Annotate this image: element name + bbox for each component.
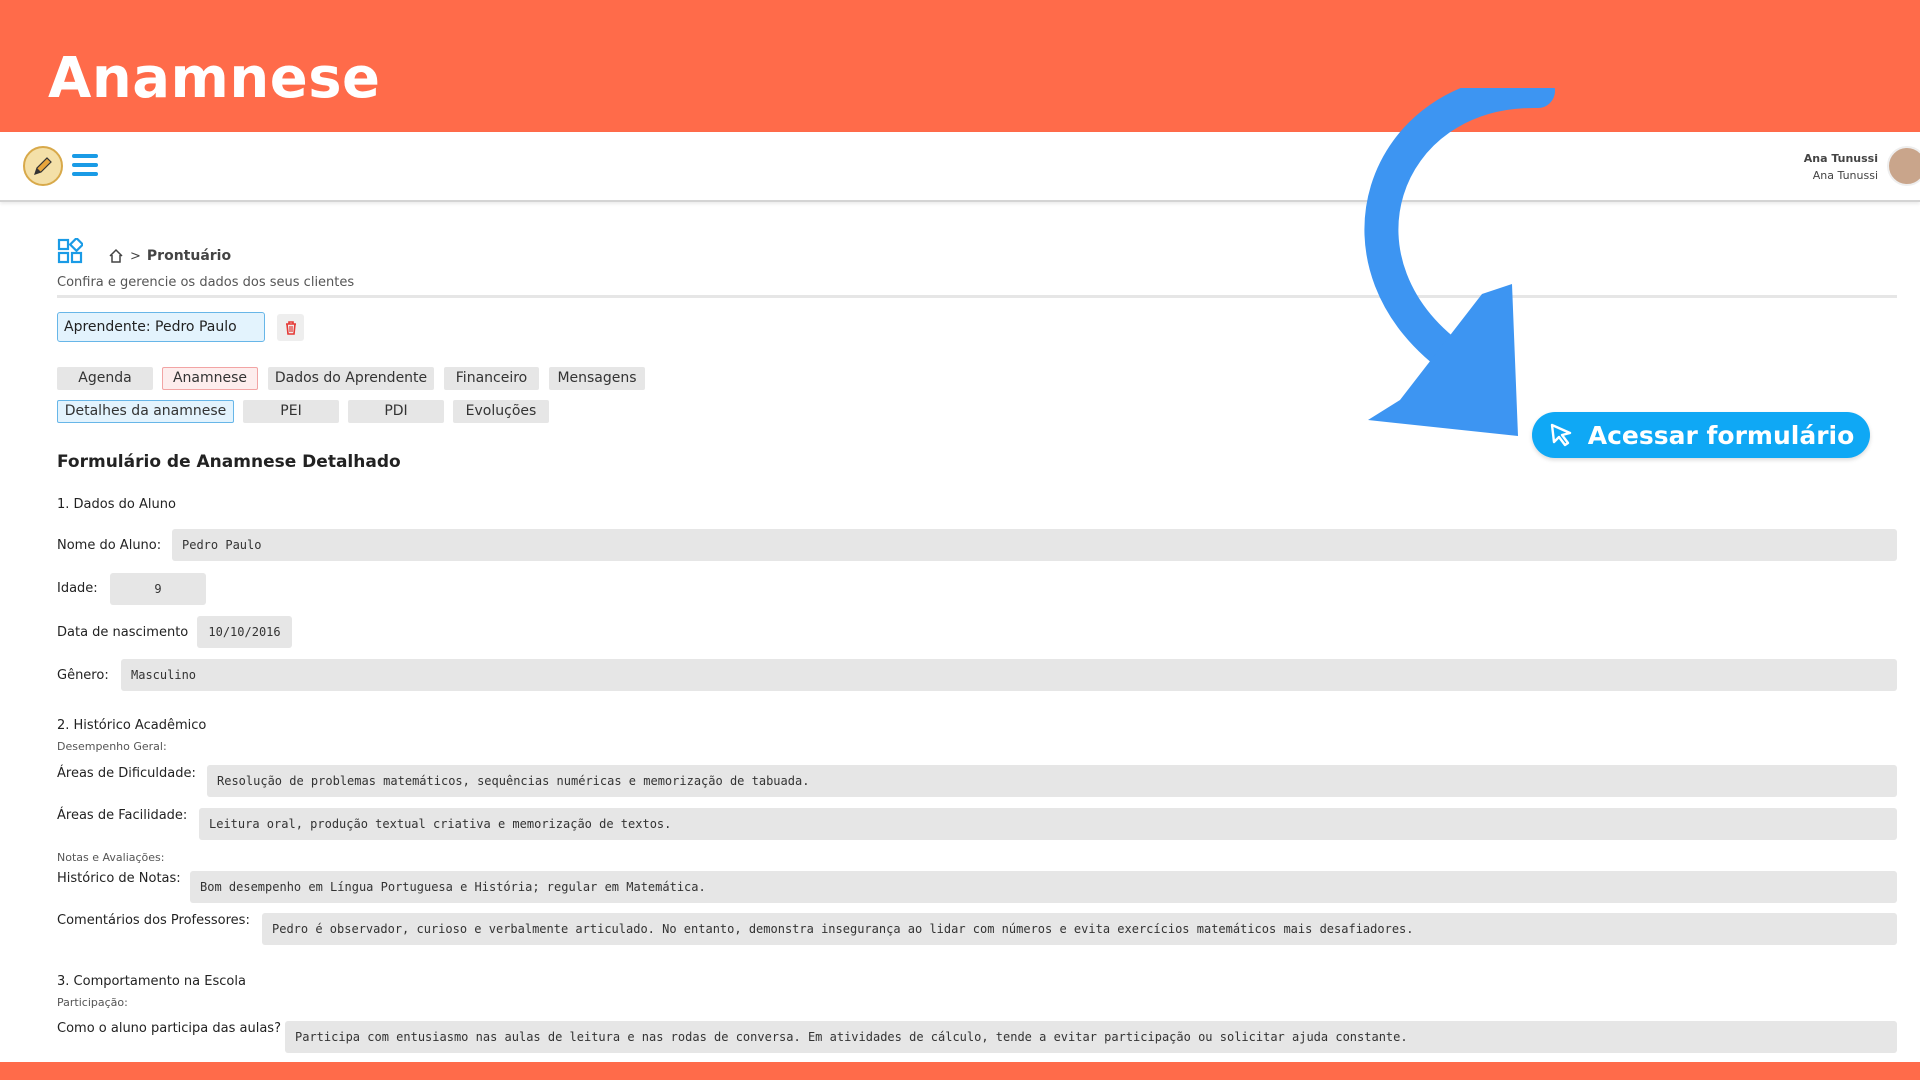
home-icon[interactable] <box>108 248 124 264</box>
pencil-icon <box>34 157 52 175</box>
trash-icon <box>285 320 296 335</box>
desempenho-subtitle: Desempenho Geral: <box>57 740 167 753</box>
page-subtitle: Confira e gerencie os dados dos seus cli… <box>57 275 355 290</box>
access-form-label: Acessar formulário <box>1587 420 1855 450</box>
section-3-title: 3. Comportamento na Escola <box>57 974 246 989</box>
avatar[interactable] <box>1887 146 1920 186</box>
access-form-button[interactable]: Acessar formulário <box>1532 412 1870 458</box>
section-2-title: 2. Histórico Acadêmico <box>57 718 207 733</box>
delete-button[interactable] <box>277 314 304 341</box>
genero-label: Gênero: <box>57 668 109 683</box>
facilidade-label: Áreas de Facilidade: <box>57 808 188 823</box>
user-subtitle: Ana Tunussi <box>1812 169 1878 182</box>
learner-selector[interactable]: Aprendente: Pedro Paulo <box>57 312 265 342</box>
form-title: Formulário de Anamnese Detalhado <box>57 452 401 472</box>
genero-field[interactable]: Masculino <box>121 659 1897 691</box>
bottom-bar <box>0 1062 1920 1080</box>
cursor-icon <box>1550 423 1571 447</box>
nome-label: Nome do Aluno: <box>57 538 162 553</box>
banner-title: Anamnese <box>48 46 381 111</box>
comentarios-field[interactable]: Pedro é observador, curioso e verbalment… <box>262 913 1897 945</box>
notas-subtitle: Notas e Avaliações: <box>57 851 165 864</box>
banner: Anamnese <box>0 0 1920 132</box>
dificuldade-label: Áreas de Dificuldade: <box>57 766 196 781</box>
section-1-title: 1. Dados do Aluno <box>57 497 176 512</box>
tab-dados-aprendente[interactable]: Dados do Aprendente <box>268 367 434 390</box>
chevron-right-icon: > <box>130 248 141 264</box>
facilidade-field[interactable]: Leitura oral, produção textual criativa … <box>199 808 1897 840</box>
dificuldade-field[interactable]: Resolução de problemas matemáticos, sequ… <box>207 765 1897 797</box>
divider <box>57 295 1897 298</box>
nascimento-field[interactable]: 10/10/2016 <box>197 616 292 648</box>
user-info[interactable]: Ana Tunussi Ana Tunussi <box>1804 150 1878 184</box>
comentarios-label: Comentários dos Professores: <box>57 913 250 928</box>
nome-field[interactable]: Pedro Paulo <box>172 529 1897 561</box>
app-header: Ana Tunussi Ana Tunussi <box>0 132 1920 202</box>
participa-field[interactable]: Participa com entusiasmo nas aulas de le… <box>285 1021 1897 1053</box>
tab-evolucoes[interactable]: Evoluções <box>453 400 549 423</box>
breadcrumb-current: Prontuário <box>146 248 232 264</box>
notas-field[interactable]: Bom desempenho em Língua Portuguesa e Hi… <box>190 871 1897 903</box>
user-name: Ana Tunussi <box>1803 152 1878 165</box>
tab-anamnese[interactable]: Anamnese <box>162 367 258 390</box>
notas-label: Histórico de Notas: <box>57 871 181 886</box>
tab-pei[interactable]: PEI <box>243 400 339 423</box>
idade-label: Idade: <box>57 581 98 596</box>
tab-financeiro[interactable]: Financeiro <box>444 367 539 390</box>
idade-field[interactable]: 9 <box>110 573 206 605</box>
tab-detalhes-anamnese[interactable]: Detalhes da anamnese <box>57 400 234 423</box>
tab-pdi[interactable]: PDI <box>348 400 444 423</box>
arrow-pointer-icon <box>1364 88 1555 436</box>
tab-agenda[interactable]: Agenda <box>57 367 153 390</box>
breadcrumb: > Prontuário <box>108 248 231 264</box>
participa-label: Como o aluno participa das aulas? <box>57 1021 281 1036</box>
nascimento-label: Data de nascimento <box>57 625 189 640</box>
hamburger-menu-icon[interactable] <box>72 154 98 176</box>
dashboard-grid-icon[interactable] <box>57 238 83 264</box>
app-logo[interactable] <box>23 146 63 186</box>
tab-mensagens[interactable]: Mensagens <box>549 367 645 390</box>
participacao-subtitle: Participação: <box>57 996 128 1009</box>
